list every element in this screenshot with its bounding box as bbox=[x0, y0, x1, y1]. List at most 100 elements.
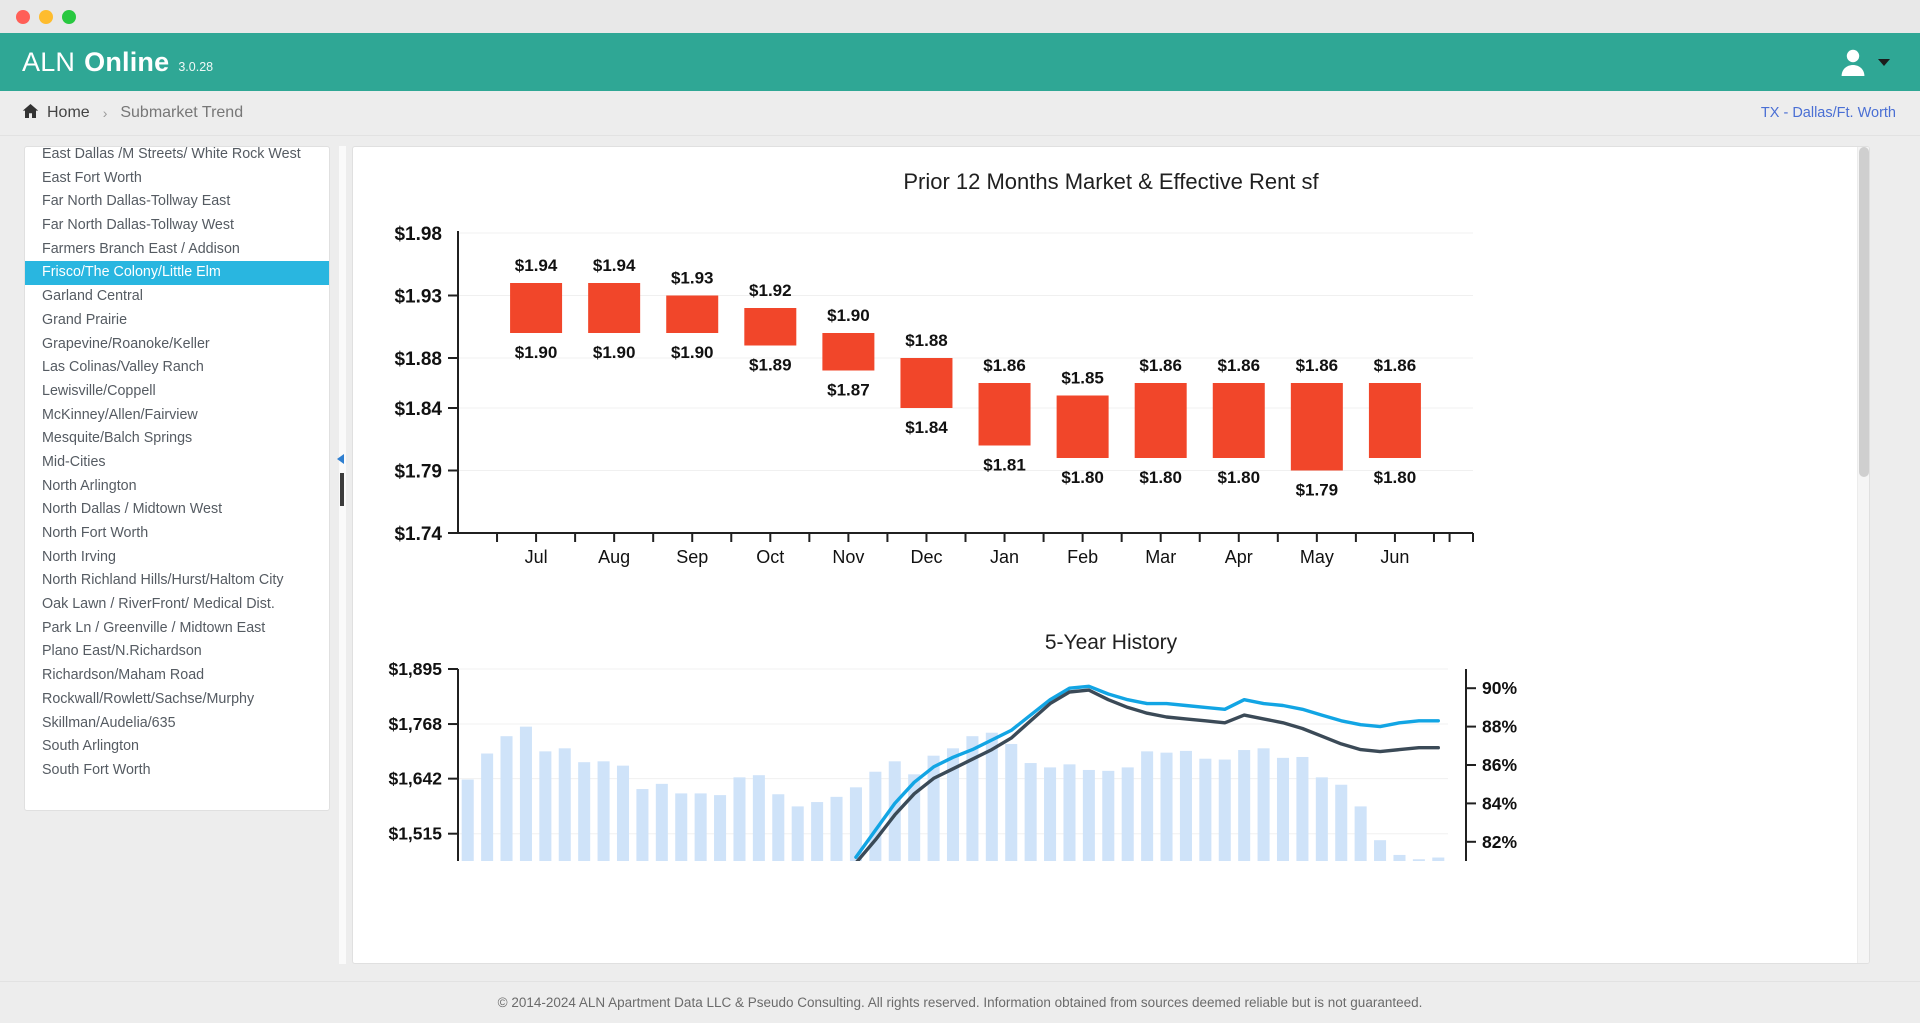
history-bar[interactable] bbox=[461, 779, 474, 861]
sidebar-item[interactable]: East Dallas /M Streets/ White Rock West bbox=[25, 147, 329, 167]
bar[interactable] bbox=[900, 358, 953, 408]
history-bar[interactable] bbox=[1082, 769, 1095, 861]
history-bar[interactable] bbox=[1374, 840, 1387, 861]
sidebar-item[interactable]: Oak Lawn / RiverFront/ Medical Dist. bbox=[25, 593, 329, 617]
sidebar-item[interactable]: East Fort Worth bbox=[25, 167, 329, 191]
minimize-window-button[interactable] bbox=[39, 9, 53, 24]
history-bar[interactable] bbox=[1005, 743, 1018, 861]
panel-splitter[interactable] bbox=[330, 146, 352, 964]
bar[interactable] bbox=[822, 333, 875, 371]
close-window-button[interactable] bbox=[16, 9, 30, 24]
sidebar-item[interactable]: Far North Dallas-Tollway East bbox=[25, 190, 329, 214]
history-bar[interactable] bbox=[578, 762, 591, 861]
history-bar[interactable] bbox=[597, 761, 610, 861]
history-bar[interactable] bbox=[1121, 767, 1134, 861]
history-bar[interactable] bbox=[1179, 750, 1192, 861]
history-bar[interactable] bbox=[1393, 854, 1406, 861]
history-bar[interactable] bbox=[1024, 763, 1037, 861]
sidebar-item[interactable]: McKinney/Allen/Fairview bbox=[25, 404, 329, 428]
bar[interactable] bbox=[744, 308, 797, 346]
history-bar[interactable] bbox=[694, 793, 707, 861]
chevron-down-icon[interactable] bbox=[1878, 58, 1890, 66]
user-icon[interactable] bbox=[1837, 46, 1869, 78]
history-bar[interactable] bbox=[869, 771, 882, 861]
bar[interactable] bbox=[510, 283, 563, 333]
history-bar[interactable] bbox=[1160, 752, 1173, 861]
history-bar[interactable] bbox=[1102, 770, 1115, 861]
history-bar[interactable] bbox=[1412, 859, 1425, 861]
history-bar[interactable] bbox=[1296, 756, 1309, 861]
sidebar-item[interactable]: Garland Central bbox=[25, 285, 329, 309]
history-bar[interactable] bbox=[966, 736, 979, 861]
history-bar[interactable] bbox=[772, 794, 785, 861]
history-bar[interactable] bbox=[1218, 759, 1231, 861]
history-bar[interactable] bbox=[1432, 857, 1445, 861]
history-bar[interactable] bbox=[500, 736, 513, 861]
history-bar[interactable] bbox=[655, 783, 668, 861]
history-bar[interactable] bbox=[1044, 767, 1057, 861]
history-bar[interactable] bbox=[1335, 784, 1348, 861]
history-bar[interactable] bbox=[1354, 806, 1367, 861]
collapse-arrow-icon[interactable] bbox=[337, 454, 344, 464]
history-bar[interactable] bbox=[1276, 757, 1290, 861]
sidebar-item[interactable]: Plano East/N.Richardson bbox=[25, 640, 329, 664]
history-bar[interactable] bbox=[733, 777, 746, 861]
bar[interactable] bbox=[1056, 395, 1109, 459]
history-bar[interactable] bbox=[675, 793, 688, 861]
sidebar-item[interactable]: North Arlington bbox=[25, 475, 329, 499]
charts-scrollbar[interactable] bbox=[1857, 147, 1869, 963]
sidebar-item[interactable]: Lewisville/Coppell bbox=[25, 380, 329, 404]
history-bar[interactable] bbox=[1141, 751, 1154, 861]
history-bar[interactable] bbox=[1063, 764, 1076, 861]
history-bar[interactable] bbox=[714, 795, 727, 861]
sidebar-item[interactable]: Skillman/Audelia/635 bbox=[25, 712, 329, 736]
breadcrumb-home-link[interactable]: Home bbox=[22, 103, 90, 124]
history-bar[interactable] bbox=[1199, 758, 1212, 861]
history-bar[interactable] bbox=[811, 802, 824, 861]
history-bar[interactable] bbox=[519, 726, 532, 861]
sidebar-item[interactable]: North Fort Worth bbox=[25, 522, 329, 546]
sidebar-item[interactable]: Grapevine/Roanoke/Keller bbox=[25, 333, 329, 357]
sidebar-item[interactable]: Grand Prairie bbox=[25, 309, 329, 333]
history-bar[interactable] bbox=[791, 806, 804, 861]
history-bar[interactable] bbox=[830, 796, 843, 861]
bar[interactable] bbox=[1290, 383, 1343, 471]
region-selector-link[interactable]: TX - Dallas/Ft. Worth bbox=[1761, 105, 1896, 121]
sidebar-item[interactable]: North Irving bbox=[25, 546, 329, 570]
sidebar-item[interactable]: Farmers Branch East / Addison bbox=[25, 238, 329, 262]
history-bar[interactable] bbox=[558, 748, 571, 861]
sidebar-item[interactable]: Richardson/Maham Road bbox=[25, 664, 329, 688]
history-bar[interactable] bbox=[539, 751, 552, 861]
sidebar-item[interactable]: Las Colinas/Valley Ranch bbox=[25, 356, 329, 380]
charts-scrollbar-thumb[interactable] bbox=[1859, 147, 1869, 477]
history-bar[interactable] bbox=[1257, 748, 1270, 861]
sidebar-item[interactable]: Park Ln / Greenville / Midtown East bbox=[25, 617, 329, 641]
sidebar-item[interactable]: South Arlington bbox=[25, 735, 329, 759]
sidebar-item[interactable]: Far North Dallas-Tollway West bbox=[25, 214, 329, 238]
sidebar-item[interactable]: North Richland Hills/Hurst/Haltom City bbox=[25, 569, 329, 593]
history-bar[interactable] bbox=[616, 765, 630, 861]
maximize-window-button[interactable] bbox=[62, 9, 76, 24]
app-logo[interactable]: ALN Online 3.0.28 bbox=[22, 47, 213, 78]
history-bar[interactable] bbox=[481, 753, 494, 861]
sidebar-item[interactable]: Mid-Cities bbox=[25, 451, 329, 475]
bar[interactable] bbox=[1368, 383, 1421, 458]
sidebar-item[interactable]: North Dallas / Midtown West bbox=[25, 498, 329, 522]
history-bar[interactable] bbox=[752, 775, 765, 861]
history-bar[interactable] bbox=[636, 789, 649, 861]
bar[interactable] bbox=[666, 295, 719, 334]
splitter-grip-handle[interactable] bbox=[340, 473, 344, 506]
bar[interactable] bbox=[978, 383, 1031, 446]
bar[interactable] bbox=[588, 283, 641, 333]
submarket-list[interactable]: East Dallas /M Streets/ White Rock West E… bbox=[25, 147, 329, 783]
sidebar-item[interactable]: South Fort Worth bbox=[25, 759, 329, 783]
bar[interactable] bbox=[1134, 383, 1187, 458]
history-bar[interactable] bbox=[1315, 777, 1328, 861]
sidebar-item[interactable]: Rockwall/Rowlett/Sachse/Murphy bbox=[25, 688, 329, 712]
user-menu[interactable] bbox=[1837, 46, 1890, 78]
sidebar-item[interactable]: Frisco/The Colony/Little Elm bbox=[25, 261, 329, 286]
history-bar[interactable] bbox=[1238, 750, 1251, 861]
sidebar-item[interactable]: Mesquite/Balch Springs bbox=[25, 427, 329, 451]
bar[interactable] bbox=[1212, 383, 1265, 458]
submarket-sidebar[interactable]: East Dallas /M Streets/ White Rock West E… bbox=[24, 146, 330, 811]
